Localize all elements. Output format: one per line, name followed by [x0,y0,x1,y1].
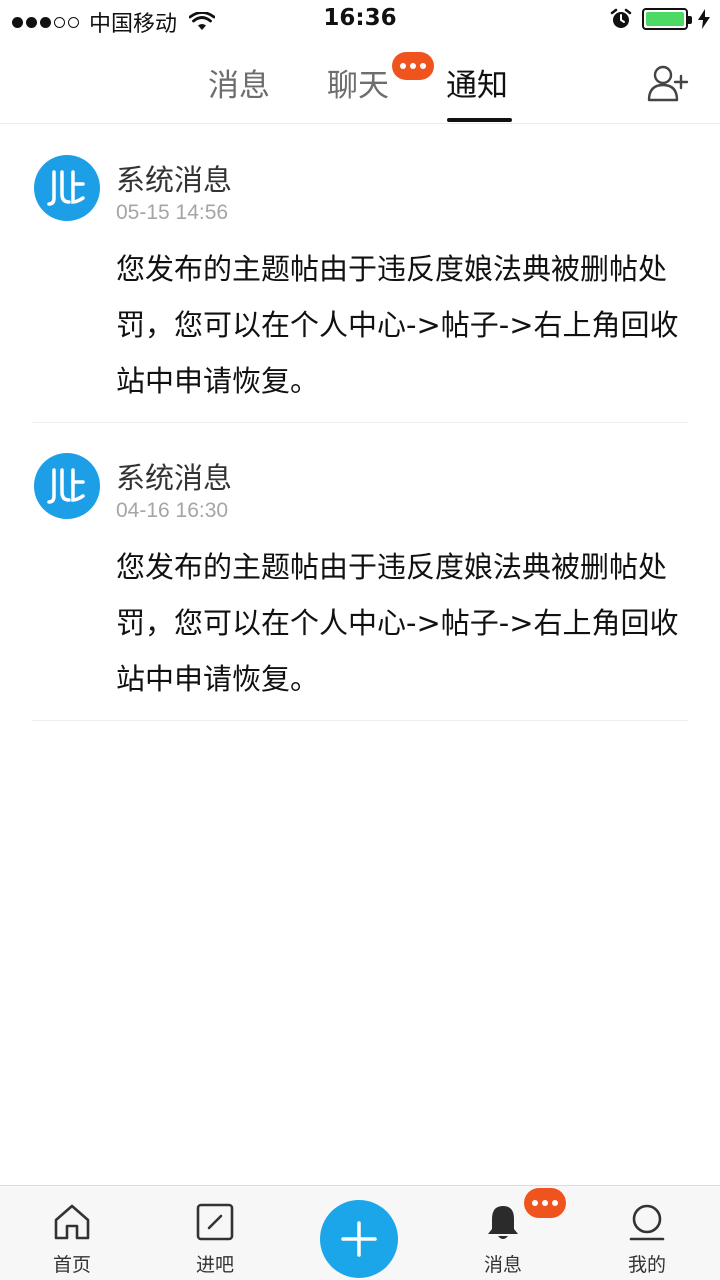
chat-unread-badge [392,52,434,80]
status-bar: 中国移动 16:36 [0,0,720,40]
battery-icon [642,8,692,30]
tab-notifications[interactable]: 通知 [446,60,508,105]
tab-chat[interactable]: 聊天 [327,60,389,105]
nav-home[interactable]: 首页 [22,1186,122,1280]
notification-item[interactable]: 系统消息 05-15 14:56 您发布的主题帖由于违反度娘法典被删帖处罚，您可… [32,125,688,423]
bell-icon [488,1206,518,1239]
notification-body: 您发布的主题帖由于违反度娘法典被删帖处罚，您可以在个人中心->帖子->右上角回收… [116,252,679,398]
active-tab-indicator [447,118,512,122]
notification-item[interactable]: 系统消息 04-16 16:30 您发布的主题帖由于违反度娘法典被删帖处罚，您可… [32,423,688,721]
status-right [610,8,710,30]
tieba-logo-icon [47,468,85,504]
nav-messages-label: 消息 [483,1254,522,1276]
notification-time: 05-15 14:56 [116,201,229,224]
alarm-icon [610,8,632,28]
notification-list: 系统消息 05-15 14:56 您发布的主题帖由于违反度娘法典被删帖处罚，您可… [0,125,720,721]
post-button[interactable] [320,1200,398,1278]
nav-mine-label: 我的 [627,1254,666,1276]
notification-body: 您发布的主题帖由于违反度娘法典被删帖处罚，您可以在个人中心->帖子->右上角回收… [116,550,679,696]
tieba-logo-icon [47,170,85,206]
nav-enter-bar[interactable]: 进吧 [165,1186,265,1280]
notification-time: 04-16 16:30 [116,499,229,522]
bottom-nav: 首页 进吧 消息 我的 [0,1185,720,1280]
notification-tabs-header: 消息 聊天 通知 [0,40,720,124]
messages-unread-badge [524,1188,566,1218]
nav-enter-bar-label: 进吧 [195,1254,234,1276]
profile-icon [629,1204,665,1241]
nav-home-label: 首页 [52,1254,91,1276]
system-avatar [34,453,100,519]
system-avatar [34,155,100,221]
add-friend-icon[interactable] [646,64,690,104]
enter-bar-icon [196,1203,234,1241]
home-icon [54,1204,90,1240]
notification-title: 系统消息 [116,461,233,495]
plus-icon [341,1221,377,1257]
notification-title: 系统消息 [116,163,233,197]
tab-messages[interactable]: 消息 [208,60,270,105]
nav-mine[interactable]: 我的 [597,1186,697,1280]
charging-bolt-icon [698,9,710,29]
